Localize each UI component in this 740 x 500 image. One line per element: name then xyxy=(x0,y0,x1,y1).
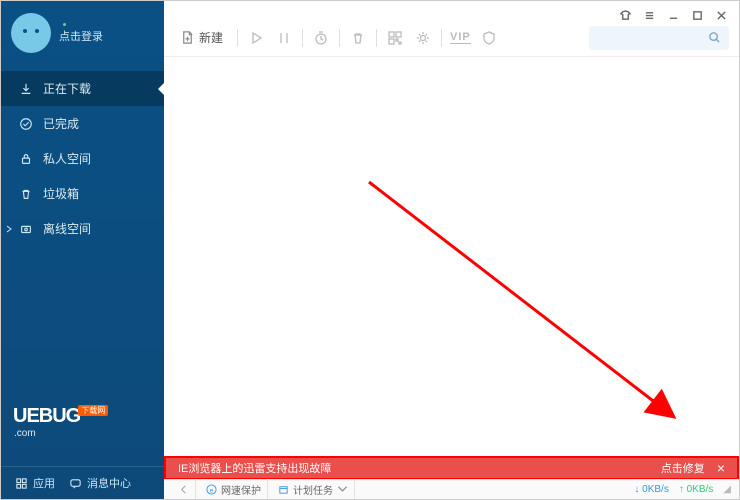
chevron-right-icon xyxy=(5,222,13,236)
new-file-icon xyxy=(180,30,195,45)
check-circle-icon xyxy=(19,117,33,131)
nav-label: 已完成 xyxy=(43,115,79,132)
play-button[interactable] xyxy=(246,28,266,48)
logo-suffix: .com xyxy=(14,428,152,439)
speed-display: ↓ 0KB/s ↑ 0KB/s xyxy=(634,484,713,495)
svg-text:e: e xyxy=(210,487,214,494)
plan-task-label: 计划任务 xyxy=(293,482,333,497)
main-area: 新建 VIP IE浏览器上的迅雷支持出现 xyxy=(164,1,739,499)
plan-task-item[interactable]: 计划任务 xyxy=(272,480,355,499)
titlebar xyxy=(164,1,739,19)
download-speed: ↓ 0KB/s xyxy=(634,484,668,495)
apps-link[interactable]: 应用 xyxy=(15,475,55,491)
nav-item-offline[interactable]: 离线空间 xyxy=(1,211,164,246)
sidebar-bottom: 应用 消息中心 xyxy=(1,466,164,499)
nav-label: 私人空间 xyxy=(43,150,91,167)
trash-icon xyxy=(19,187,33,201)
download-icon xyxy=(19,82,33,96)
vip-button[interactable]: VIP xyxy=(450,31,471,44)
nav-label: 正在下载 xyxy=(43,80,91,97)
error-message: IE浏览器上的迅雷支持出现故障 xyxy=(178,460,331,476)
shield-button[interactable] xyxy=(479,28,499,48)
upload-speed: ↑ 0KB/s xyxy=(679,484,713,495)
nav-item-downloading[interactable]: 正在下载 xyxy=(1,71,164,106)
apps-icon xyxy=(15,477,28,490)
nav-item-completed[interactable]: 已完成 xyxy=(1,106,164,141)
error-bar: IE浏览器上的迅雷支持出现故障 点击修复 × xyxy=(164,456,739,480)
nav-item-private[interactable]: 私人空间 xyxy=(1,141,164,176)
messages-label: 消息中心 xyxy=(87,475,131,491)
content-area xyxy=(164,57,739,499)
error-close-button[interactable]: × xyxy=(717,460,725,476)
new-task-button[interactable]: 新建 xyxy=(174,25,229,50)
repair-button[interactable]: 点击修复 xyxy=(661,460,705,476)
separator xyxy=(302,29,303,47)
separator xyxy=(441,29,442,47)
nav-item-trash[interactable]: 垃圾箱 xyxy=(1,176,164,211)
separator xyxy=(339,29,340,47)
timer-button[interactable] xyxy=(311,28,331,48)
logo-text: UEBUG xyxy=(13,405,80,427)
toolbar: 新建 VIP xyxy=(164,19,739,57)
delete-button[interactable] xyxy=(348,28,368,48)
status-dot-icon xyxy=(63,23,66,26)
settings-button[interactable] xyxy=(413,28,433,48)
separator xyxy=(376,29,377,47)
status-bar: e 网速保护 计划任务 ↓ 0KB/s ↑ 0KB/s ◢ xyxy=(164,479,739,499)
net-protect-label: 网速保护 xyxy=(221,482,261,497)
logo-tag: 下载网 xyxy=(78,405,108,416)
nav-label: 垃圾箱 xyxy=(43,185,79,202)
nav-list: 正在下载 已完成 私人空间 垃圾箱 离线空间 xyxy=(1,71,164,246)
calendar-icon xyxy=(278,484,289,495)
annotation-arrow xyxy=(364,177,704,437)
message-icon xyxy=(69,477,82,490)
nav-label: 离线空间 xyxy=(43,220,91,237)
messages-link[interactable]: 消息中心 xyxy=(69,475,131,491)
separator xyxy=(237,29,238,47)
new-label: 新建 xyxy=(199,29,223,46)
net-protect-item[interactable]: e 网速保护 xyxy=(200,480,268,499)
resize-grip-icon[interactable]: ◢ xyxy=(723,484,731,495)
cloud-icon xyxy=(19,222,33,236)
qr-button[interactable] xyxy=(385,28,405,48)
chevron-down-icon xyxy=(337,484,348,495)
profile-area[interactable]: 点击登录 xyxy=(1,1,164,71)
avatar[interactable] xyxy=(11,13,51,53)
sidebar: 点击登录 正在下载 已完成 私人空间 垃圾箱 离线空 xyxy=(1,1,164,499)
chevron-left-button[interactable] xyxy=(172,480,196,499)
pause-button[interactable] xyxy=(274,28,294,48)
apps-label: 应用 xyxy=(33,475,55,491)
search-icon xyxy=(708,31,721,44)
shield-e-icon: e xyxy=(206,484,217,495)
login-button[interactable]: 点击登录 xyxy=(59,28,103,44)
search-input[interactable] xyxy=(589,26,729,50)
lock-icon xyxy=(19,152,33,166)
